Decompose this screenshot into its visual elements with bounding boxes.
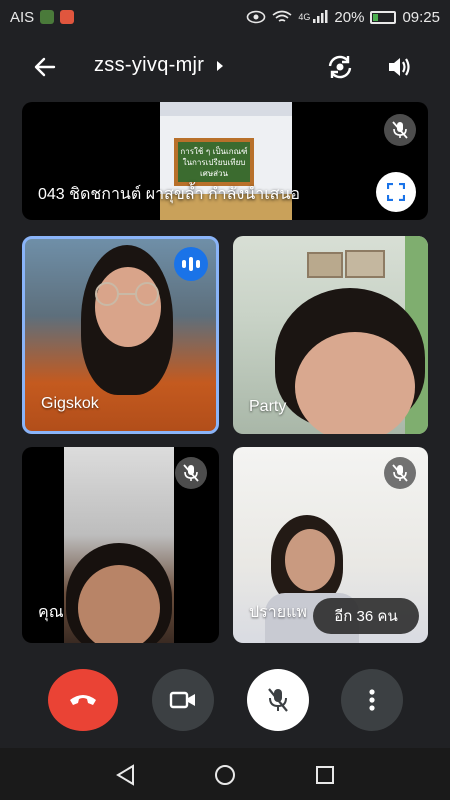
participant-tile[interactable]: Gigskok [22, 236, 219, 434]
participant-mute-badge [384, 457, 416, 489]
switch-camera-icon [328, 55, 352, 79]
mic-off-icon [392, 121, 408, 139]
notification-mail-icon [60, 10, 75, 24]
self-view-tile[interactable]: คุณ [22, 447, 219, 643]
clock: 09:25 [402, 8, 440, 26]
slide-chalkboard: การใช้ ๆ เป็นเกณฑ์ ในการเปรียบเทียบเศษส่… [174, 138, 254, 186]
more-participants-chip[interactable]: อีก 36 คน [313, 598, 419, 634]
presentation-tile[interactable]: การใช้ ๆ เป็นเกณฑ์ ในการเปรียบเทียบเศษส่… [22, 102, 428, 220]
nav-back-button[interactable] [114, 764, 136, 786]
hang-up-button[interactable] [48, 669, 118, 731]
system-nav-bar [0, 748, 450, 800]
more-vert-icon [369, 689, 375, 711]
square-recents-icon [316, 766, 334, 784]
mic-off-icon [392, 464, 408, 482]
video-camera-icon [169, 691, 195, 709]
mic-off-icon [268, 688, 288, 712]
signal-icon [313, 10, 328, 23]
meeting-header: zss-yivq-mjr [0, 44, 450, 90]
status-bar: AIS 4G 20% 09:25 [0, 0, 450, 34]
presenter-label: 043 ชิดชกานต์ ผาสุขล้ำ กำลังนำเสนอ [38, 186, 300, 203]
participant-face [78, 565, 160, 643]
battery-percent: 20% [334, 8, 365, 26]
caret-right-icon [217, 60, 224, 71]
self-mute-badge [175, 457, 207, 489]
circle-home-icon [215, 765, 235, 785]
participant-name: Party [249, 398, 287, 415]
participant-name: คุณ [38, 604, 64, 621]
glasses-icon [95, 282, 159, 306]
triangle-back-icon [116, 764, 134, 786]
battery-icon [370, 10, 397, 24]
participant-face [95, 267, 161, 347]
presentation-mute-badge [384, 114, 416, 146]
slide-toolbar [160, 102, 292, 116]
switch-camera-button[interactable] [323, 50, 357, 84]
participant-tile[interactable]: Party [233, 236, 428, 434]
notification-app-icon [40, 10, 55, 24]
fullscreen-button[interactable] [376, 172, 416, 212]
more-options-button[interactable] [341, 669, 403, 731]
meeting-title[interactable]: zss-yivq-mjr [94, 54, 224, 77]
eye-icon [247, 10, 266, 24]
fullscreen-icon [387, 183, 405, 201]
meeting-code: zss-yivq-mjr [94, 54, 205, 76]
phone-hangup-icon [70, 695, 96, 705]
participant-name: Gigskok [41, 395, 99, 412]
self-camera-feed [64, 447, 174, 643]
speaker-icon [389, 58, 410, 76]
speaking-indicator [174, 247, 208, 281]
network-type: 4G [298, 12, 311, 22]
participant-face [295, 332, 415, 434]
nav-recents-button[interactable] [314, 764, 336, 786]
speaker-button[interactable] [382, 50, 416, 84]
carrier-label: AIS [10, 8, 35, 26]
back-button[interactable] [30, 52, 60, 82]
mic-toggle-button[interactable] [247, 669, 309, 731]
nav-home-button[interactable] [214, 764, 236, 786]
participant-name: ปรายแพ [249, 604, 307, 621]
camera-toggle-button[interactable] [152, 669, 214, 731]
participant-face [285, 529, 335, 591]
wall-picture [307, 252, 343, 278]
slide-title-line1: การใช้ ๆ เป็นเกณฑ์ [180, 146, 248, 156]
arrow-left-icon [34, 57, 56, 77]
wifi-icon [272, 10, 292, 22]
slide-title-line2: ในการเปรียบเทียบเศษส่วน [182, 157, 246, 178]
wall-picture [345, 250, 385, 278]
mic-off-icon [183, 464, 199, 482]
